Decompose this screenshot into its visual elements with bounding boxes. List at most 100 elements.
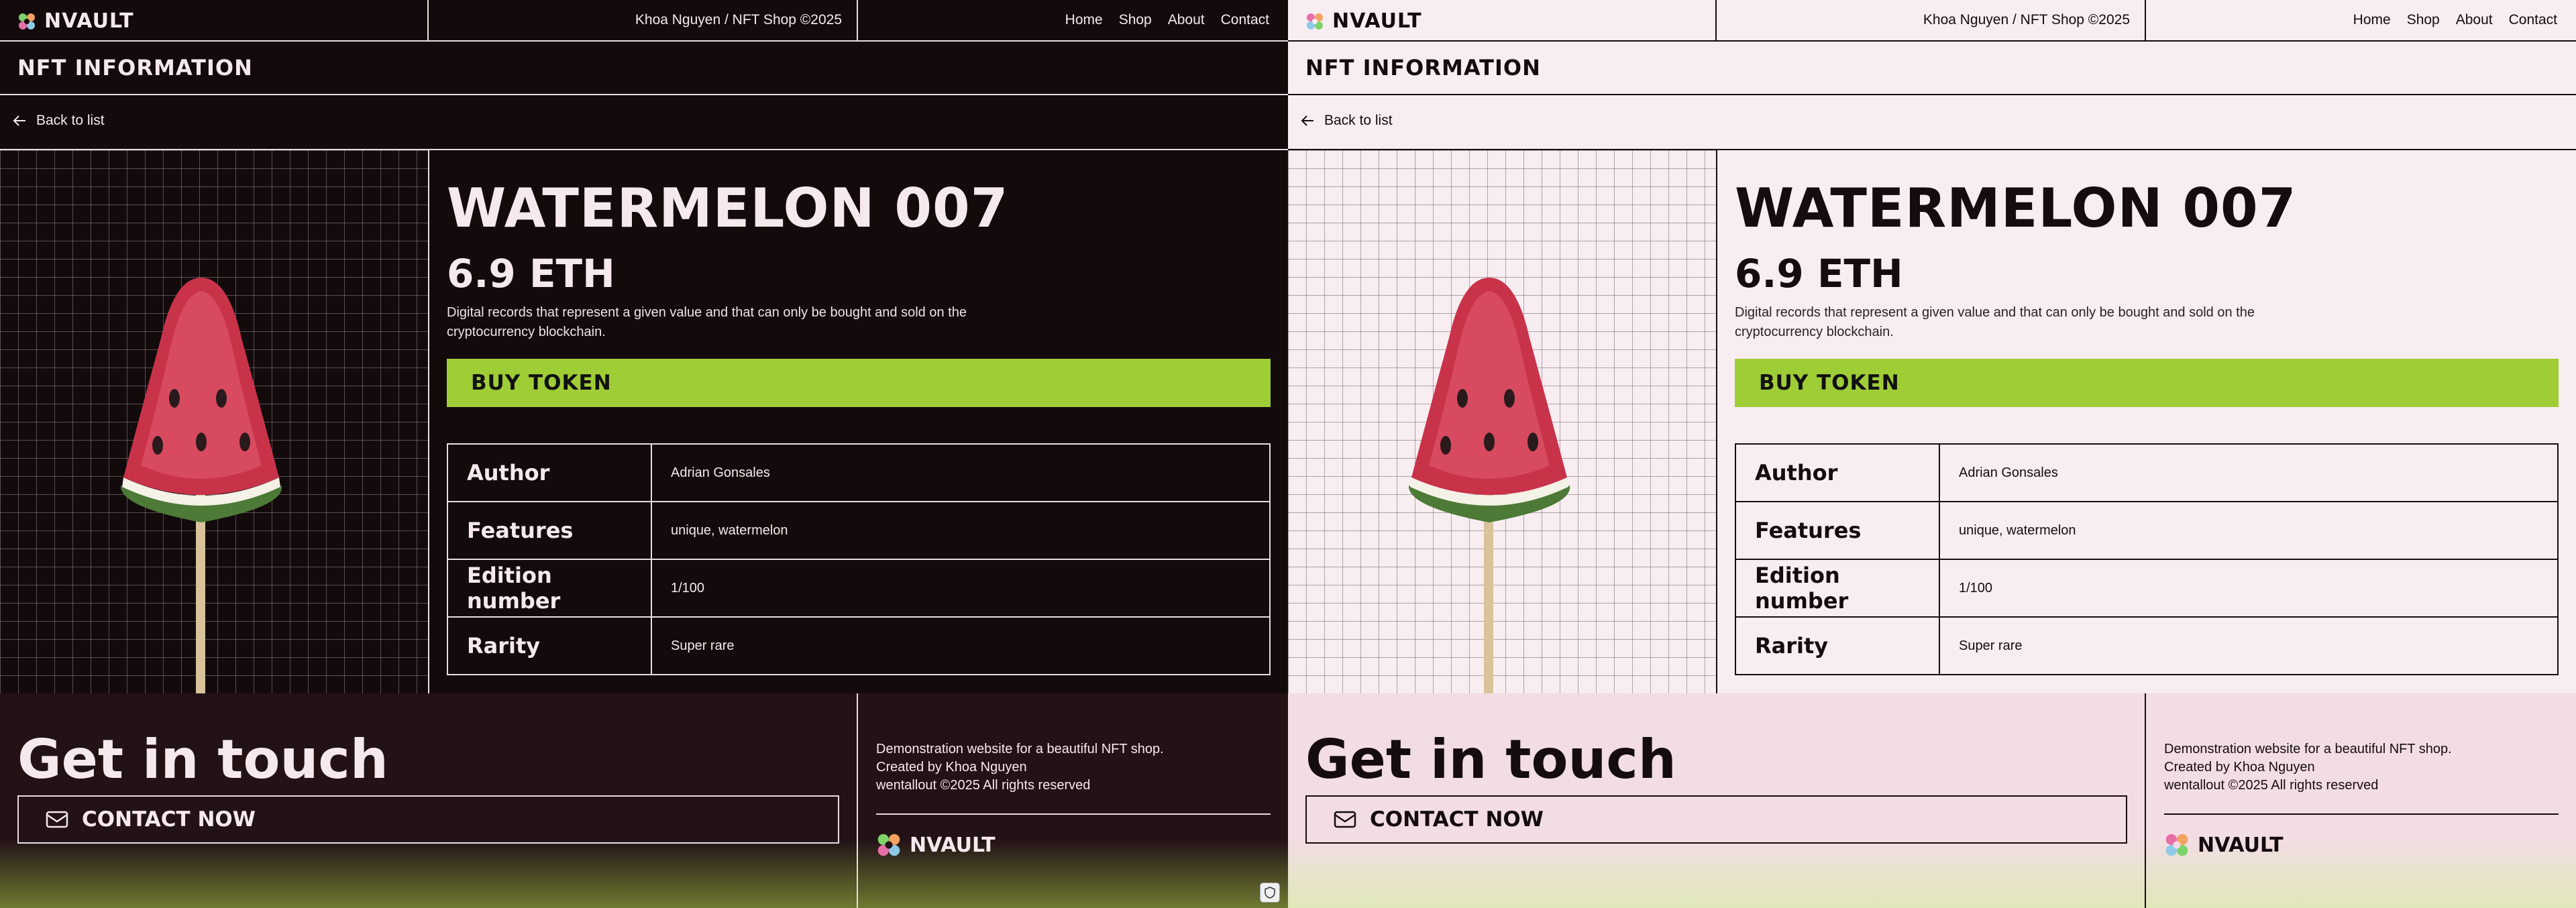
shield-icon [1265, 887, 1275, 899]
footer-line: Created by Khoa Nguyen [876, 760, 1027, 775]
nav-contact[interactable]: Contact [2509, 12, 2557, 28]
spec-value: Super rare [651, 616, 1271, 675]
table-row: Features unique, watermelon [1735, 501, 2559, 560]
watermelon-lollipop-image [120, 278, 282, 693]
page-title: NFT INFORMATION [17, 55, 253, 80]
brand-name: NVAULT [910, 833, 996, 857]
spec-key: Features [447, 501, 652, 560]
nft-price: 6.9 ETH [447, 251, 615, 296]
nft-name: WATERMELON 007 [1735, 177, 2297, 239]
mail-icon [1334, 811, 1356, 828]
nav-about[interactable]: About [1168, 12, 1205, 28]
spec-value: Adrian Gonsales [1939, 443, 2559, 502]
spec-key: Rarity [447, 616, 652, 675]
title-bar: NFT INFORMATION [1288, 42, 2576, 95]
back-label: Back to list [1324, 113, 1393, 128]
back-bar: Back to list [0, 95, 1288, 150]
divider [1715, 0, 1717, 42]
divider [857, 693, 858, 908]
divider [427, 0, 429, 42]
buy-token-button[interactable]: BUY TOKEN [1735, 359, 2559, 407]
footer-about: Demonstration website for a beautiful NF… [876, 740, 1164, 795]
divider [2145, 0, 2146, 42]
spec-key: Author [447, 443, 652, 502]
brand-name: NVAULT [1332, 9, 1422, 33]
spec-value: 1/100 [651, 559, 1271, 618]
watermelon-lollipop-image [1408, 278, 1570, 693]
nav-shop[interactable]: Shop [2407, 12, 2440, 28]
table-row: Author Adrian Gonsales [1735, 443, 2559, 502]
table-row: Edition number 1/100 [447, 559, 1271, 618]
table-row: Rarity Super rare [1735, 616, 2559, 675]
nav-contact[interactable]: Contact [1221, 12, 1269, 28]
contact-now-label: CONTACT NOW [1370, 807, 1544, 832]
dark-theme-view: NVAULT Khoa Nguyen / NFT Shop ©2025 Home… [0, 0, 1288, 908]
spec-value: 1/100 [1939, 559, 2559, 618]
footer-about: Demonstration website for a beautiful NF… [2164, 740, 2452, 795]
brand-name: NVAULT [44, 9, 134, 33]
main-nav: Home Shop About Contact [2353, 12, 2557, 28]
footer: Get in touch CONTACT NOW Demonstration w… [1288, 693, 2576, 908]
header: NVAULT Khoa Nguyen / NFT Shop ©2025 Home… [1288, 0, 2576, 42]
table-row: Rarity Super rare [447, 616, 1271, 675]
arrow-left-icon [1301, 115, 1313, 126]
nft-description: Digital records that represent a given v… [1735, 305, 2255, 339]
contact-now-button[interactable]: CONTACT NOW [1305, 795, 2127, 844]
credit-text: Khoa Nguyen / NFT Shop ©2025 [1923, 12, 2130, 27]
spec-value: unique, watermelon [651, 501, 1271, 560]
arrow-left-icon [13, 115, 25, 126]
nft-specs-table: Author Adrian Gonsales Features unique, wa… [447, 443, 1271, 675]
nft-price: 6.9 ETH [1735, 251, 1903, 296]
brand-logo[interactable]: NVAULT [1305, 9, 1422, 33]
footer-line: Demonstration website for a beautiful NF… [876, 742, 1164, 756]
back-to-list-link[interactable]: Back to list [1300, 113, 1393, 129]
spec-value: Super rare [1939, 616, 2559, 675]
spec-value: Adrian Gonsales [651, 443, 1271, 502]
table-row: Author Adrian Gonsales [447, 443, 1271, 502]
footer-line: wentallout ©2025 All rights reserved [2164, 778, 2379, 793]
divider [2145, 693, 2146, 908]
nft-image-panel [1288, 150, 1717, 693]
main-nav: Home Shop About Contact [1065, 12, 1269, 28]
logo-icon [19, 13, 35, 30]
back-bar: Back to list [1288, 95, 2576, 150]
divider [2164, 813, 2559, 815]
contact-now-label: CONTACT NOW [82, 807, 256, 832]
logo-icon [1307, 13, 1323, 30]
footer-logo[interactable]: NVAULT [876, 832, 996, 858]
brand-logo[interactable]: NVAULT [17, 9, 134, 33]
footer-line: wentallout ©2025 All rights reserved [876, 778, 1091, 793]
shield-badge[interactable] [1260, 883, 1280, 903]
footer-heading: Get in touch [17, 728, 388, 791]
spec-key: Author [1735, 443, 1940, 502]
back-to-list-link[interactable]: Back to list [12, 113, 105, 129]
brand-name: NVAULT [2198, 833, 2284, 857]
logo-icon [2165, 834, 2188, 856]
nft-description: Digital records that represent a given v… [447, 305, 967, 339]
divider [876, 813, 1271, 815]
contact-now-button[interactable]: CONTACT NOW [17, 795, 839, 844]
back-label: Back to list [36, 113, 105, 128]
page-title: NFT INFORMATION [1305, 55, 1541, 80]
nft-specs-table: Author Adrian Gonsales Features unique, wa… [1735, 443, 2559, 675]
footer: Get in touch CONTACT NOW Demonstration w… [0, 693, 1288, 908]
nav-home[interactable]: Home [1065, 12, 1103, 28]
footer-line: Created by Khoa Nguyen [2164, 760, 2315, 775]
buy-token-button[interactable]: BUY TOKEN [447, 359, 1271, 407]
footer-logo[interactable]: NVAULT [2164, 832, 2284, 858]
header: NVAULT Khoa Nguyen / NFT Shop ©2025 Home… [0, 0, 1288, 42]
nav-about[interactable]: About [2456, 12, 2493, 28]
spec-key: Rarity [1735, 616, 1940, 675]
light-theme-view: NVAULT Khoa Nguyen / NFT Shop ©2025 Home… [1288, 0, 2576, 908]
spec-value: unique, watermelon [1939, 501, 2559, 560]
logo-icon [877, 834, 900, 856]
spec-key: Edition number [447, 559, 652, 618]
nav-shop[interactable]: Shop [1119, 12, 1152, 28]
table-row: Features unique, watermelon [447, 501, 1271, 560]
nft-image-panel [0, 150, 429, 693]
footer-line: Demonstration website for a beautiful NF… [2164, 742, 2452, 756]
nav-home[interactable]: Home [2353, 12, 2391, 28]
title-bar: NFT INFORMATION [0, 42, 1288, 95]
table-row: Edition number 1/100 [1735, 559, 2559, 618]
credit-text: Khoa Nguyen / NFT Shop ©2025 [635, 12, 842, 27]
